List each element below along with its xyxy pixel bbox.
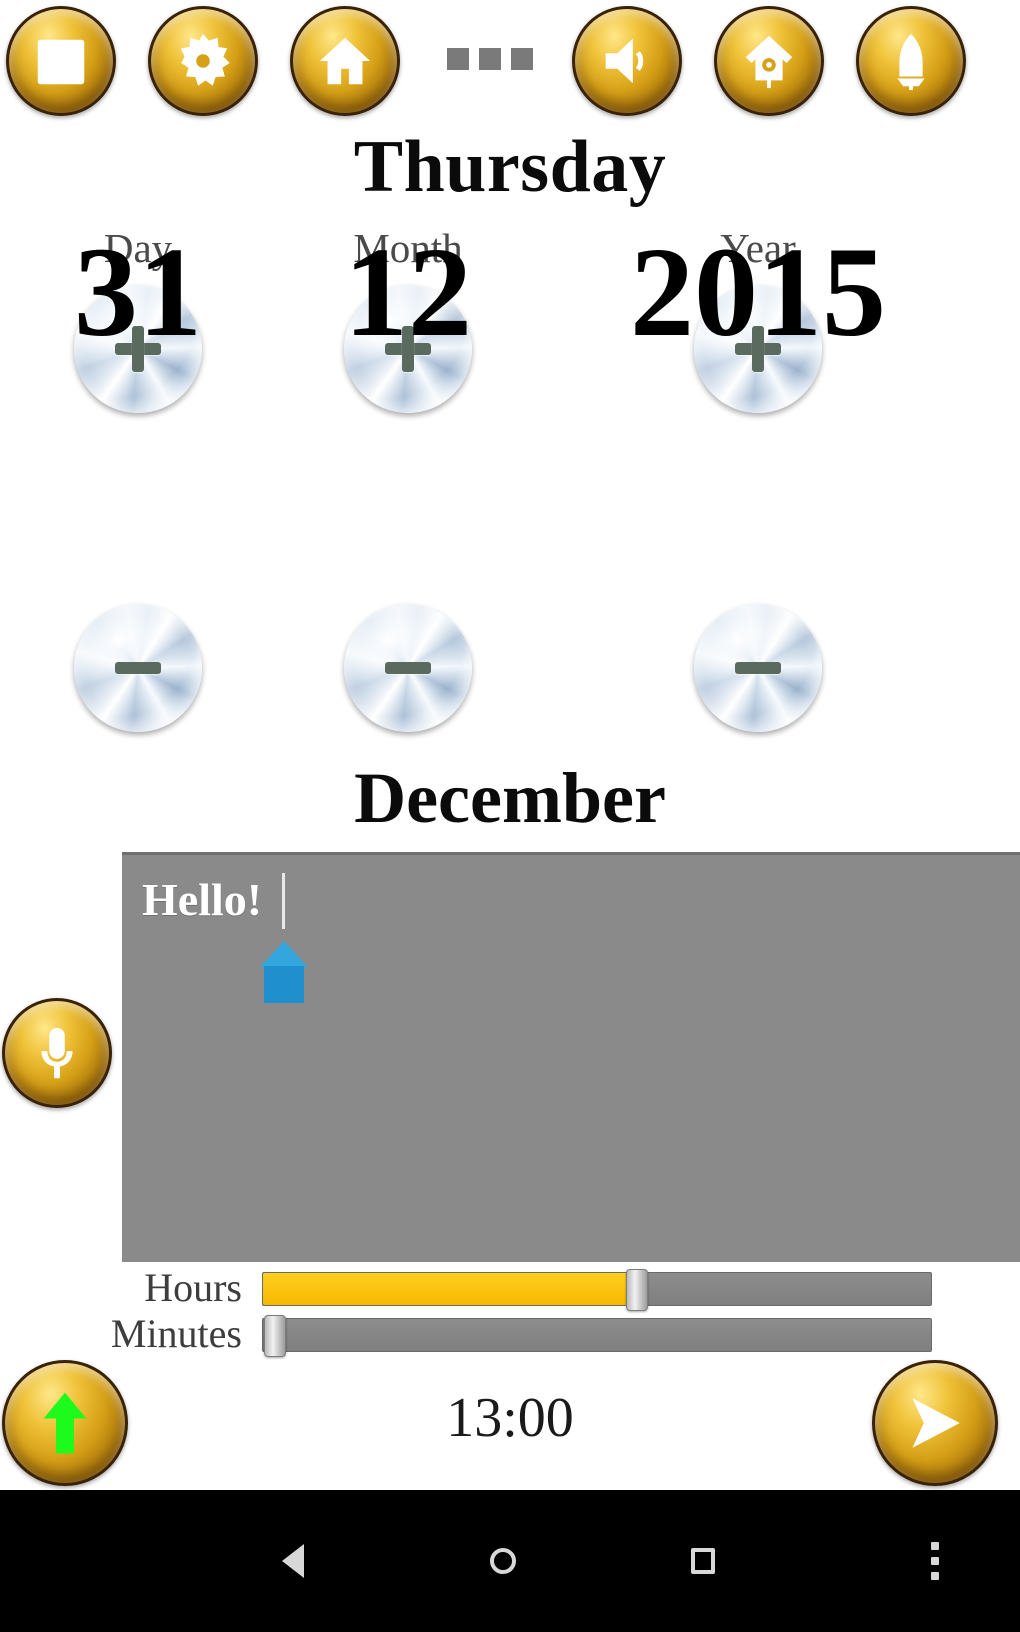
minutes-label: Minutes [110, 1311, 242, 1356]
day-column: Day [0, 228, 288, 413]
month-decrement-wrap [258, 588, 558, 732]
plus-icon [107, 318, 169, 380]
green-up-arrow-icon [43, 1392, 87, 1454]
minutes-slider-thumb[interactable] [264, 1315, 286, 1357]
settings-button[interactable] [148, 6, 258, 116]
plus-icon [727, 318, 789, 380]
day-decrement-wrap [0, 588, 288, 732]
alarm-button[interactable] [856, 6, 966, 116]
calendar-icon [37, 39, 85, 85]
hours-slider-fill [263, 1273, 638, 1305]
home-button[interactable] [290, 6, 400, 116]
year-column: Year [608, 228, 908, 413]
month-label: Month [353, 225, 463, 271]
hours-label: Hours [144, 1265, 242, 1310]
recents-square-icon [691, 1548, 715, 1574]
minutes-slider-track[interactable] [262, 1315, 932, 1357]
month-decrement-knob[interactable] [344, 604, 472, 732]
gear-icon [180, 33, 230, 86]
hours-slider-thumb[interactable] [626, 1269, 649, 1311]
top-toolbar [0, 0, 1020, 125]
time-display: 13:00 [446, 1387, 574, 1449]
speaker-icon [605, 38, 644, 84]
volume-button[interactable] [572, 6, 682, 116]
calendar-button[interactable] [6, 6, 116, 116]
hours-slider-row: Hours [0, 1266, 1020, 1312]
plus-icon [377, 318, 439, 380]
month-increment-knob[interactable] [344, 285, 472, 413]
nav-recents-button[interactable] [675, 1533, 731, 1589]
text-caret [282, 873, 285, 929]
bell-icon [897, 33, 925, 91]
date-picker: Day Month Year 31 12 2015 [0, 228, 1020, 768]
android-navigation-bar [0, 1490, 1020, 1632]
app-root: Thursday Day Month Year 31 12 2015 Decem… [0, 0, 1020, 1632]
month-name-label: December [354, 758, 666, 838]
send-button[interactable] [872, 1360, 998, 1486]
back-icon [282, 1544, 304, 1578]
overflow-menu-icon [931, 1542, 939, 1550]
day-increment-knob[interactable] [74, 285, 202, 413]
time-sliders: Hours Minutes [0, 1266, 1020, 1362]
microphone-icon [41, 1027, 73, 1079]
nav-overflow-button[interactable] [915, 1528, 955, 1594]
hours-slider-track[interactable] [262, 1269, 932, 1311]
minus-icon [107, 637, 169, 699]
text-selection-handle[interactable] [260, 941, 308, 1003]
year-increment-knob[interactable] [694, 285, 822, 413]
nav-back-button[interactable] [265, 1533, 321, 1589]
nav-home-button[interactable] [475, 1533, 531, 1589]
day-label: Day [103, 225, 173, 271]
year-decrement-wrap [608, 588, 908, 732]
message-textarea[interactable]: Hello! [122, 852, 1020, 1262]
microphone-button[interactable] [2, 998, 112, 1108]
home-circle-icon [490, 1548, 516, 1574]
home-icon [319, 37, 371, 85]
day-decrement-knob[interactable] [74, 604, 202, 732]
message-text: Hello! [142, 874, 263, 925]
weekday-label: Thursday [353, 126, 667, 208]
year-label: Year [720, 225, 796, 271]
cuckoo-button[interactable] [714, 6, 824, 116]
send-arrow-icon [912, 1398, 960, 1448]
minus-icon [727, 637, 789, 699]
minutes-slider-row: Minutes [0, 1312, 1020, 1358]
overflow-dots-indicator [447, 48, 533, 70]
year-decrement-knob[interactable] [694, 604, 822, 732]
month-column: Month [258, 228, 558, 413]
birdhouse-icon [745, 35, 793, 89]
minus-icon [377, 637, 439, 699]
